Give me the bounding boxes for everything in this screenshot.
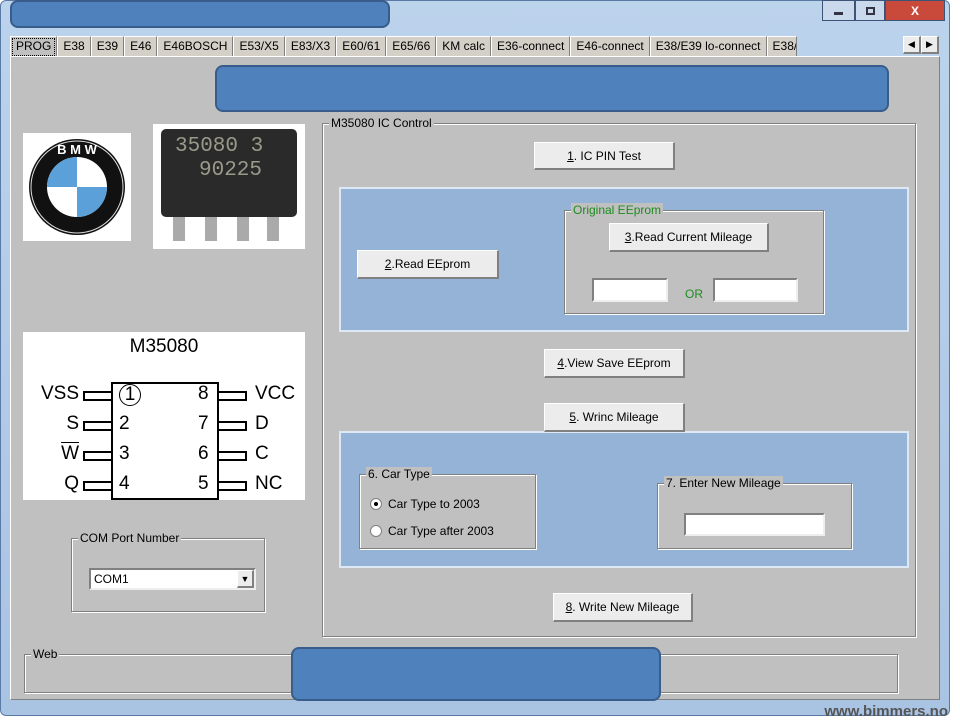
chip-marking-2: 90225 — [199, 159, 263, 182]
radio-unchecked-icon[interactable] — [370, 525, 382, 537]
bmw-logo-icon: B M W — [29, 139, 125, 235]
new-mileage-group: 7. Enter New Mileage — [657, 476, 852, 549]
pin-lead — [219, 481, 247, 491]
radio-checked-icon[interactable] — [370, 498, 382, 510]
or-label: OR — [685, 287, 703, 301]
write-new-mileage-button[interactable]: 8. Write New Mileage — [553, 593, 693, 622]
new-mileage-title: 7. Enter New Mileage — [664, 476, 783, 490]
radio-car-type-to-2003[interactable]: Car Type to 2003 — [370, 497, 480, 511]
pin-number: 7 — [198, 413, 209, 434]
radio-car-type-after-2003[interactable]: Car Type after 2003 — [370, 524, 494, 538]
pin-lead — [83, 451, 111, 461]
tab-e46bosch[interactable]: E46BOSCH — [157, 36, 234, 57]
com-port-select[interactable]: COM1 ▼ — [89, 568, 256, 590]
close-button[interactable]: X — [885, 0, 945, 21]
pin-name: C — [255, 443, 269, 464]
pinout-diagram: M35080 VSS 1 S 2 W 3 Q 4 VCC 8 D 7 C 6 NC 5 — [23, 332, 305, 500]
pin-lead — [219, 451, 247, 461]
tab-e39[interactable]: E39 — [90, 36, 125, 57]
mileage-field-1[interactable] — [592, 278, 668, 302]
tab-strip: PROG E38 E39 E46 E46BOSCH E53/X5 E83/X3 E60/61 E… — [10, 36, 797, 58]
tab-e38-[interactable]: E38/ — [766, 36, 797, 57]
view-save-eeprom-button[interactable]: 4 .View Save EEprom — [544, 349, 685, 378]
tab-e38-e39-lo-connect[interactable]: E38/E39 lo-connect — [649, 36, 767, 57]
pin-name: W — [61, 443, 79, 464]
tab-e36-connect[interactable]: E36-connect — [490, 36, 571, 57]
pin-number: 1 — [119, 384, 141, 406]
title-redaction — [10, 0, 390, 28]
original-eeprom-group: Original EEprom 3 .Read Current Mileage O… — [564, 203, 824, 314]
maximize-icon — [865, 6, 875, 15]
watermark: www.bimmers.no — [824, 703, 948, 720]
pin-name: VSS — [40, 383, 79, 404]
mileage-field-2[interactable] — [713, 278, 798, 302]
tab-e46[interactable]: E46 — [124, 36, 158, 57]
minimize-button[interactable] — [822, 0, 855, 21]
tab-scroll: ◀ ▶ — [903, 36, 939, 54]
pin-lead — [83, 421, 111, 431]
pin-name: VCC — [255, 383, 296, 404]
tab-e53-x5[interactable]: E53/X5 — [233, 36, 285, 57]
tab-e46-connect[interactable]: E46-connect — [570, 36, 650, 57]
pin-name: D — [255, 413, 269, 434]
diagram-title: M35080 — [129, 336, 199, 357]
pin-lead — [83, 481, 111, 491]
tab-e65-66[interactable]: E65/66 — [386, 36, 437, 57]
pin-lead — [219, 421, 247, 431]
pin-name: Q — [64, 473, 79, 494]
minimize-icon — [834, 12, 843, 15]
new-mileage-input[interactable] — [684, 513, 825, 536]
tab-prog[interactable]: PROG — [10, 36, 58, 58]
pin-name: S — [66, 413, 79, 434]
read-current-mileage-button[interactable]: 3 .Read Current Mileage — [609, 223, 769, 252]
com-port-value: COM1 — [94, 572, 129, 586]
tab-scroll-left-icon[interactable]: ◀ — [903, 36, 921, 54]
car-type-group: 6. Car Type Car Type to 2003 Car Type af… — [359, 467, 536, 549]
car-type-title: 6. Car Type — [366, 467, 432, 481]
pin-number: 2 — [119, 413, 130, 434]
read-eeprom-button[interactable]: 2 .Read EEprom — [357, 250, 499, 279]
pin-number: 4 — [119, 473, 130, 494]
tab-scroll-right-icon[interactable]: ▶ — [921, 36, 939, 54]
chip-marking-1: 35080 3 — [175, 135, 264, 158]
web-redaction — [291, 647, 661, 701]
tab-e83-x3[interactable]: E83/X3 — [284, 36, 337, 57]
chevron-down-icon[interactable]: ▼ — [237, 570, 254, 588]
maximize-button[interactable] — [855, 0, 885, 21]
pin-number: 8 — [198, 383, 209, 404]
ic-pin-test-button[interactable]: 1. IC PIN Test — [534, 142, 675, 170]
pin-lead — [219, 391, 247, 401]
tab-e38[interactable]: E38 — [57, 36, 91, 57]
pin-lead — [83, 391, 111, 401]
bmw-logo: B M W — [23, 133, 131, 241]
com-port-label: COM Port Number — [78, 531, 182, 545]
original-eeprom-title: Original EEprom — [571, 203, 664, 217]
pin-number: 3 — [119, 443, 130, 464]
bmw-logo-text: B M W — [57, 142, 97, 157]
pin-number: 6 — [198, 443, 209, 464]
web-label: Web — [31, 647, 60, 661]
wrinc-mileage-button[interactable]: 5. Wrinc Mileage — [544, 403, 685, 432]
com-port-group: COM Port Number COM1 ▼ — [71, 531, 265, 612]
pin-name: NC — [255, 473, 283, 494]
header-redaction — [215, 65, 889, 112]
chip-photo: 35080 3 90225 — [153, 124, 305, 249]
ic-control-title: M35080 IC Control — [329, 116, 434, 130]
tab-e60-61[interactable]: E60/61 — [336, 36, 387, 57]
pin-number: 5 — [198, 473, 209, 494]
tab-km-calc[interactable]: KM calc — [436, 36, 491, 57]
